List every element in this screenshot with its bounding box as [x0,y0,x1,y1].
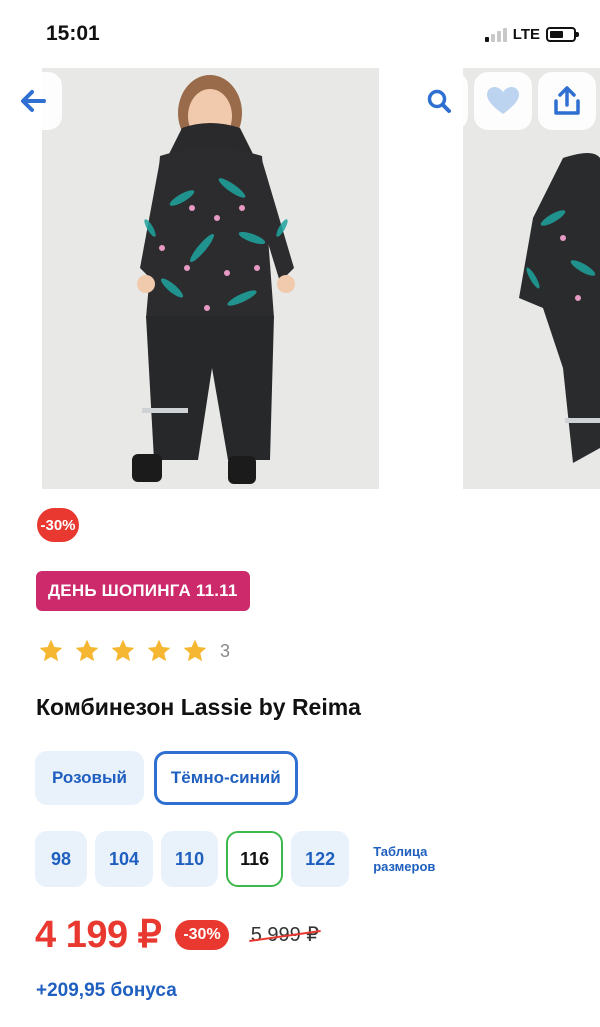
price-discount-badge: -30% [175,919,229,950]
size-option-122[interactable]: 122 [291,831,350,887]
share-button[interactable] [538,72,596,130]
star-icon [75,639,99,662]
star-icon [183,639,207,662]
bonus-points: +209,95 бонуса [36,980,177,1001]
size-option-104[interactable]: 104 [95,831,154,887]
product-title: Комбинезон Lassie by Reima [36,694,361,720]
star-icon [147,639,171,662]
price-row: 4 199 ₽ -30% 5 999 ₽ [35,912,319,957]
search-button[interactable] [410,72,468,130]
review-count[interactable]: 3 [220,641,230,662]
discount-badge: -30% [37,508,79,542]
star-icon [111,639,135,662]
signal-icon [484,27,507,42]
rating[interactable]: 3 [38,638,230,664]
product-photo-main[interactable] [42,68,379,489]
color-option-dark-blue[interactable]: Тёмно-синий [153,751,298,805]
color-selector: Розовый Тёмно-синий [35,751,298,805]
heart-icon [487,87,519,114]
star-icon [39,639,63,662]
old-price: 5 999 ₽ [250,924,320,946]
search-icon [427,89,451,113]
size-option-110[interactable]: 110 [161,831,219,887]
promo-badge: ДЕНЬ ШОПИНГА 11.11 [36,571,250,611]
favorite-button[interactable] [474,72,532,130]
arrow-left-icon [21,90,46,112]
size-option-116[interactable]: 116 [226,831,284,887]
color-option-pink[interactable]: Розовый [35,751,144,805]
status-bar: 15:01 LTE [0,0,600,70]
battery-icon [546,27,579,42]
product-gallery[interactable] [0,68,600,490]
size-option-98[interactable]: 98 [35,831,87,887]
back-button[interactable] [4,72,62,130]
product-photo-secondary[interactable] [463,68,600,489]
status-time: 15:01 [46,22,100,45]
size-table-link[interactable]: Таблица размеров [373,844,453,874]
network-label: LTE [512,26,540,43]
current-price: 4 199 ₽ [35,914,162,956]
size-selector: 98 104 110 116 122 Таблица размеров [35,831,453,887]
status-indicators: LTE [484,26,579,43]
share-icon [554,86,580,115]
